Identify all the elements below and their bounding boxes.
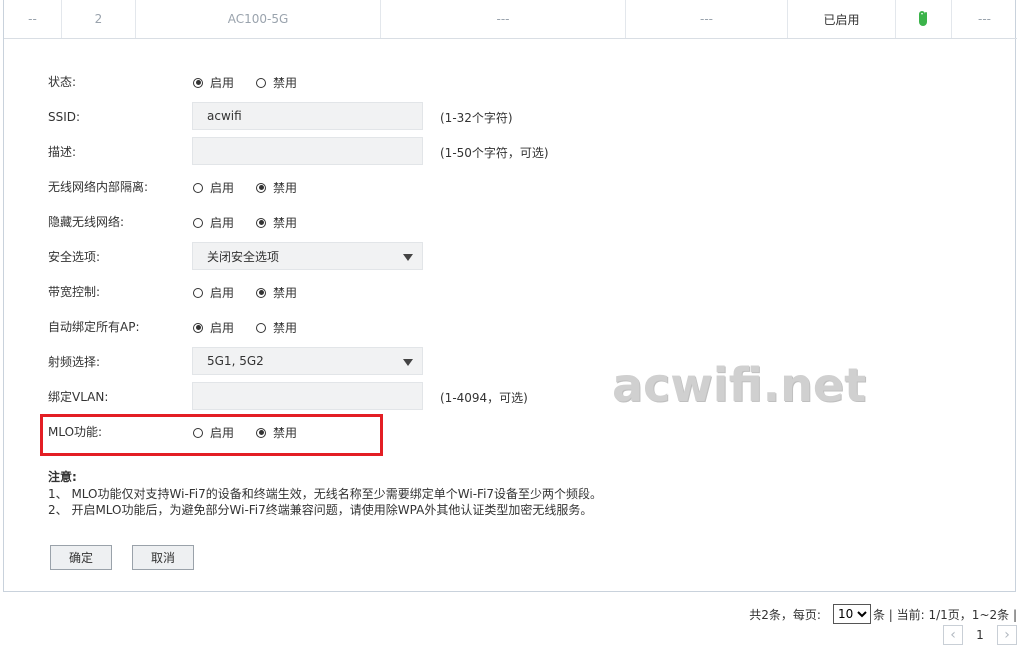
confirm-button[interactable]: 确定: [50, 545, 112, 570]
radio-unchecked-icon: [193, 182, 203, 193]
radio-unchecked-icon: [256, 322, 267, 333]
hide-ssid-radio-group: 启用 禁用: [193, 214, 319, 231]
prev-page-button[interactable]: ‹: [943, 625, 963, 645]
isolation-label: 无线网络内部隔离:: [48, 180, 149, 194]
radio-checked-icon: [193, 77, 203, 88]
table-cell-index: 2: [62, 0, 136, 38]
radio-band-select-value: 5G1, 5G2: [207, 354, 264, 368]
radio-unchecked-icon: [193, 287, 203, 298]
autobind-radio-group: 启用 禁用: [193, 319, 319, 336]
table-cell-model: AC100-5G: [136, 0, 381, 38]
hide-ssid-enable-radio[interactable]: 启用: [193, 214, 234, 231]
radio-band-label: 射频选择:: [48, 355, 101, 369]
status-disable-radio[interactable]: 禁用: [256, 74, 297, 91]
paperclip-icon[interactable]: [917, 10, 931, 28]
table-cell: ---: [978, 12, 991, 26]
caret-down-icon: [403, 254, 413, 261]
security-select[interactable]: 关闭安全选项: [192, 242, 423, 270]
pager-status-text: 条 | 当前: 1/1页，1~2条 |: [872, 607, 1017, 622]
vlan-label: 绑定VLAN:: [48, 390, 109, 404]
chevron-left-icon: ‹: [950, 627, 956, 643]
watermark-text: acwifi.net: [612, 358, 867, 412]
ssid-hint: (1-32个字符): [440, 111, 513, 125]
cancel-button[interactable]: 取消: [132, 545, 194, 570]
status-enable-radio[interactable]: 启用: [193, 74, 234, 91]
chevron-right-icon: ›: [1004, 627, 1010, 643]
security-label: 安全选项:: [48, 250, 101, 264]
isolation-disable-radio[interactable]: 禁用: [256, 179, 297, 196]
radio-checked-icon: [256, 287, 267, 298]
pagination-summary: 共2条，每页: 10 条 | 当前: 1/1页，1~2条 |: [749, 604, 1017, 624]
table-cell-status: 已启用: [788, 0, 896, 38]
description-label: 描述:: [48, 145, 77, 159]
radio-band-select[interactable]: 5G1, 5G2: [192, 347, 423, 375]
notes-line-2: 2、 开启MLO功能后，为避免部分Wi-Fi7终端兼容问题，请使用除WPA外其他…: [48, 503, 593, 517]
bandwidth-radio-group: 启用 禁用: [193, 284, 319, 301]
current-page-number[interactable]: 1: [963, 628, 997, 642]
vlan-hint: (1-4094，可选): [440, 391, 528, 405]
notes-title: 注意:: [48, 470, 77, 484]
table-cell: ---: [381, 0, 626, 38]
notes-line-1: 1、 MLO功能仅对支持Wi-Fi7的设备和终端生效，无线名称至少需要绑定单个W…: [48, 487, 603, 501]
hide-ssid-disable-radio[interactable]: 禁用: [256, 214, 297, 231]
isolation-enable-radio[interactable]: 启用: [193, 179, 234, 196]
radio-unchecked-icon: [256, 77, 267, 88]
table-cell-attach: [896, 0, 952, 38]
radio-checked-icon: [193, 322, 203, 333]
mlo-highlight-box: [40, 414, 383, 456]
description-hint: (1-50个字符，可选): [440, 146, 549, 160]
bandwidth-label: 带宽控制:: [48, 285, 101, 299]
radio-checked-icon: [256, 182, 267, 193]
autobind-disable-radio[interactable]: 禁用: [256, 319, 297, 336]
per-page-select[interactable]: 10: [832, 604, 871, 624]
bandwidth-enable-radio[interactable]: 启用: [193, 284, 234, 301]
radio-unchecked-icon: [193, 217, 203, 228]
bandwidth-disable-radio[interactable]: 禁用: [256, 284, 297, 301]
isolation-radio-group: 启用 禁用: [193, 179, 319, 196]
description-input[interactable]: [192, 137, 423, 165]
vlan-input[interactable]: [192, 382, 423, 410]
pager-total-text: 共2条，每页:: [749, 607, 821, 622]
security-select-value: 关闭安全选项: [207, 249, 280, 264]
caret-down-icon: [403, 359, 413, 366]
hide-ssid-label: 隐藏无线网络:: [48, 215, 125, 229]
table-cell: --: [4, 0, 62, 38]
table-row[interactable]: -- 2 AC100-5G --- --- 已启用 ---: [4, 0, 1017, 39]
autobind-enable-radio[interactable]: 启用: [193, 319, 234, 336]
status-radio-group: 启用 禁用: [193, 74, 319, 91]
next-page-button[interactable]: ›: [997, 625, 1017, 645]
pagination-nav: ‹ 1 ›: [943, 624, 1017, 646]
autobind-label: 自动绑定所有AP:: [48, 320, 140, 334]
table-cell: ---: [626, 0, 788, 38]
ssid-label: SSID:: [48, 110, 81, 124]
status-label: 状态:: [48, 75, 77, 89]
ssid-input[interactable]: acwifi: [192, 102, 423, 130]
radio-checked-icon: [256, 217, 267, 228]
